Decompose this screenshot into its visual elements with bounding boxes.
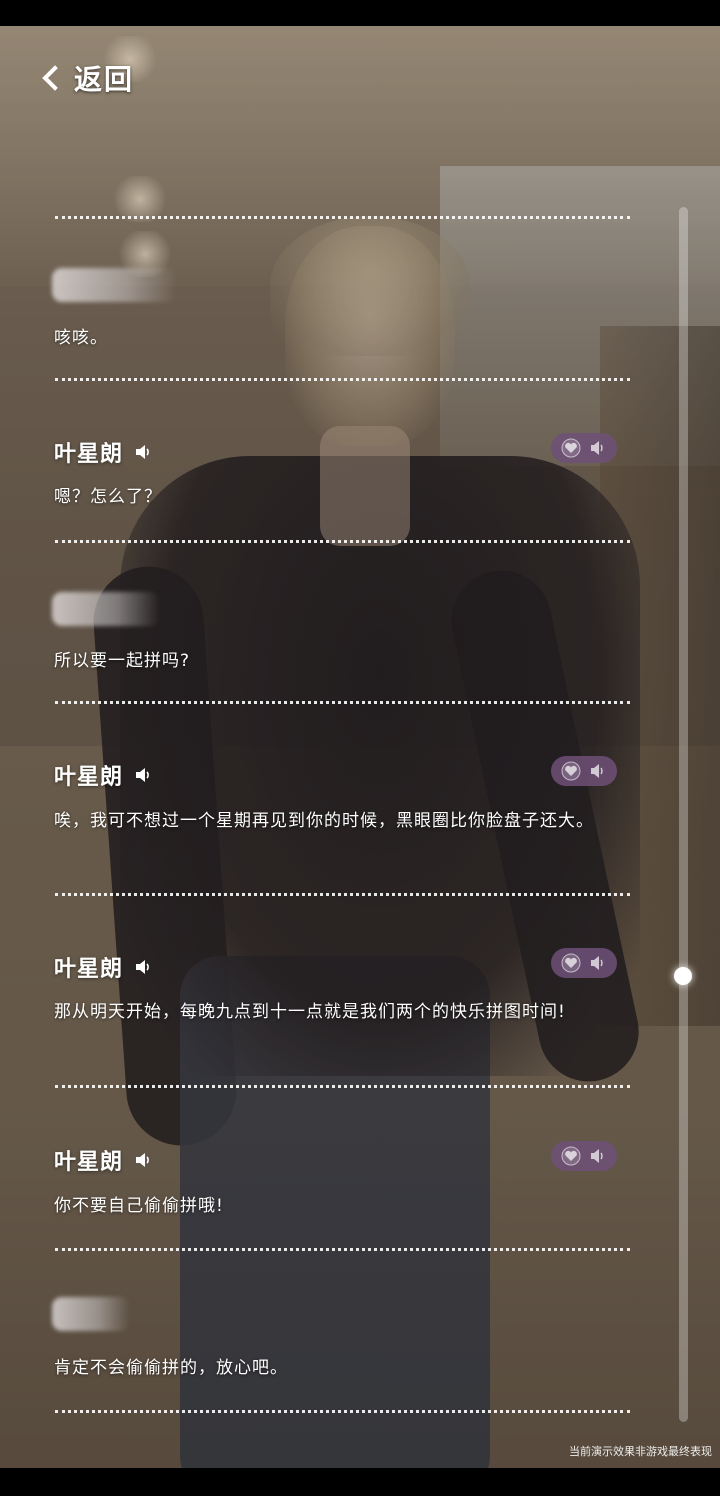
speaker-icon[interactable] <box>588 438 608 458</box>
speaker-icon[interactable] <box>135 444 153 460</box>
chevron-left-icon <box>42 65 68 91</box>
navigation-bar <box>0 1468 720 1496</box>
back-label: 返回 <box>74 63 135 96</box>
message-text: 所以要一起拼吗? <box>54 651 191 671</box>
scrollbar-thumb[interactable] <box>674 967 692 985</box>
voice-actions <box>551 433 617 463</box>
message-text: 那从明天开始，每晚九点到十一点就是我们两个的快乐拼图时间! <box>54 1002 566 1022</box>
heart-icon[interactable] <box>561 953 581 973</box>
status-bar <box>0 0 720 26</box>
scrollbar-track[interactable] <box>679 207 688 1422</box>
heart-icon[interactable] <box>561 438 581 458</box>
message-text: 肯定不会偷偷拼的，放心吧。 <box>54 1358 288 1378</box>
divider <box>55 701 630 704</box>
divider <box>55 1410 630 1413</box>
speaker-icon[interactable] <box>588 761 608 781</box>
speaker-name: 叶星朗 <box>54 764 124 790</box>
divider <box>55 1085 630 1088</box>
voice-actions <box>551 948 617 978</box>
divider <box>55 893 630 896</box>
speaker-icon[interactable] <box>135 959 153 975</box>
speaker-name: 叶星朗 <box>54 1149 124 1175</box>
demo-notice: 当前演示效果非游戏最终表现 <box>569 1445 712 1458</box>
divider <box>55 378 630 381</box>
divider <box>55 540 630 543</box>
dim-overlay <box>0 26 720 1468</box>
voice-actions <box>551 756 617 786</box>
speaker-name-redacted <box>52 592 160 626</box>
speaker-name: 叶星朗 <box>54 441 124 467</box>
speaker-row: 叶星朗 <box>54 759 153 791</box>
heart-icon[interactable] <box>561 761 581 781</box>
speaker-icon[interactable] <box>588 1146 608 1166</box>
speaker-icon[interactable] <box>135 767 153 783</box>
speaker-row: 叶星朗 <box>54 951 153 983</box>
voice-actions <box>551 1141 617 1171</box>
speaker-name-redacted <box>52 268 177 302</box>
heart-icon[interactable] <box>561 1146 581 1166</box>
speaker-name: 叶星朗 <box>54 956 124 982</box>
message-text: 唉，我可不想过一个星期再见到你的时候，黑眼圈比你脸盘子还大。 <box>54 811 594 831</box>
back-button[interactable]: 返回 <box>40 58 134 98</box>
speaker-row: 叶星朗 <box>54 436 153 468</box>
message-text: 嗯？怎么了？ <box>54 487 162 507</box>
message-text: 咳咳。 <box>54 328 108 348</box>
speaker-icon[interactable] <box>135 1152 153 1168</box>
divider <box>55 1248 630 1251</box>
speaker-row: 叶星朗 <box>54 1144 153 1176</box>
divider <box>55 216 630 219</box>
message-text: 你不要自己偷偷拼哦! <box>54 1196 224 1216</box>
speaker-icon[interactable] <box>588 953 608 973</box>
speaker-name-redacted <box>52 1297 130 1331</box>
